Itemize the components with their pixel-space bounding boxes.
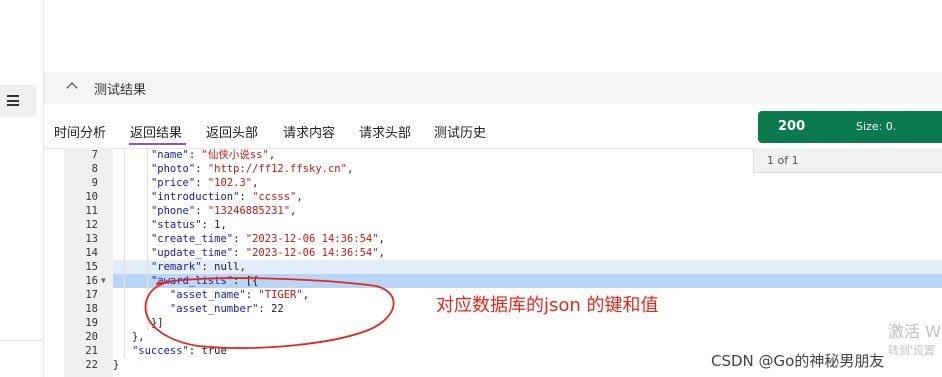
json-separator: : [195,163,208,175]
json-key: "introduction" [150,191,240,203]
json-value: "102.3" [207,177,253,189]
json-separator: : [239,191,253,203]
json-value: "ccsss" [252,191,297,203]
menu-icon[interactable] [7,95,19,106]
line-number: 22 [85,359,98,371]
code-text: "status": 1, [113,218,227,232]
code-text: "update_time": "2023-12-06 14:36:54", [113,246,385,260]
annotation-circle [144,277,395,349]
response-size: Size: 0. [856,120,897,133]
line-number: 9 [91,177,98,189]
line-number: 10 [85,191,98,203]
line-number: 7 [91,149,98,161]
activation-watermark-sub: 转到'设置 [888,344,936,357]
code-line: 13 "create_time": "2023-12-06 14:36:54", [64,232,942,246]
json-value: "http://ff12.ffsky.cn" [207,163,347,175]
left-sidebar [0,0,44,377]
json-punctuation: , [346,163,354,175]
json-key: "status" [150,219,202,231]
code-text: "phone": "13246885231", [113,204,296,218]
code-text: "price": "102.3", [113,176,259,190]
line-number: 17 [85,289,98,301]
json-value: "2023-12-06 14:36:54" [245,233,379,245]
json-key: "update_time" [150,247,234,259]
json-key: "name" [150,149,189,161]
line-number: 14 [85,247,98,259]
json-punctuation: , [290,205,297,217]
json-separator: : [201,219,215,231]
code-text: } [113,358,119,372]
json-punctuation: , [268,149,276,161]
line-number: 18 [85,303,98,315]
code-line: 14 "update_time": "2023-12-06 14:36:54", [64,246,942,260]
json-separator: : [195,205,208,217]
tab-response-headers[interactable]: 返回头部 [206,122,258,141]
line-number: 11 [85,205,98,217]
section-title: 测试结果 [94,83,147,98]
activation-watermark: 激活 W [888,322,941,341]
tab-request-body[interactable]: 请求内容 [283,122,335,141]
json-punctuation: , [378,247,385,259]
tab-test-history[interactable]: 测试历史 [434,122,486,141]
json-key: "create_time" [150,233,234,245]
status-code: 200 [778,119,806,134]
json-value: "2023-12-06 14:36:54" [245,247,379,259]
annotation-text: 对应数据库的json 的键和值 [436,295,659,316]
json-key: "price" [150,177,196,189]
line-number: 16 [85,275,98,287]
tab-request-headers[interactable]: 请求头部 [359,122,411,141]
json-separator: : [188,149,202,161]
json-punctuation: , [378,233,385,245]
tab-time-analysis[interactable]: 时间分析 [54,122,106,141]
json-value: } [113,359,120,371]
code-text: "create_time": "2023-12-06 14:36:54", [113,232,385,246]
sidebar-divider [0,340,43,341]
code-text: "photo": "http://ff12.ffsky.cn", [113,162,353,176]
active-tab-indicator [129,143,186,145]
json-punctuation: , [296,191,303,203]
line-number: 12 [85,219,98,231]
pager-count: 1 of 1 [767,154,799,167]
code-text: "introduction": "ccsss", [113,190,303,204]
json-value: "13246885231" [207,205,291,217]
code-line: 10 "introduction": "ccsss", [64,190,942,204]
line-number: 19 [85,317,98,329]
json-key: "photo" [150,163,196,175]
csdn-credit: CSDN @Go的神秘男朋友 [711,352,885,370]
code-line: 11 "phone": "13246885231", [64,204,942,218]
json-separator: : [233,247,246,259]
json-separator: : [195,177,208,189]
code-text: "name": "仙侠小说ss", [113,148,275,162]
tab-response-body[interactable]: 返回结果 [130,122,182,141]
json-key: "phone" [150,205,196,217]
search-pager: 1 of 1 [753,148,942,173]
test-result-section-header[interactable] [44,72,942,104]
code-line: 12 "status": 1, [64,218,942,232]
line-number: 21 [85,345,98,357]
line-number: 8 [91,163,98,175]
json-punctuation: , [252,177,259,189]
line-number: 13 [85,233,98,245]
json-separator: : [233,233,246,245]
json-value: "仙侠小说ss" [201,149,269,161]
code-line: 9 "price": "102.3", [64,176,942,190]
json-punctuation: , [220,219,227,231]
line-number: 15 [85,261,98,273]
line-number: 20 [85,331,98,343]
fold-toggle-icon[interactable]: ▼ [101,274,106,288]
